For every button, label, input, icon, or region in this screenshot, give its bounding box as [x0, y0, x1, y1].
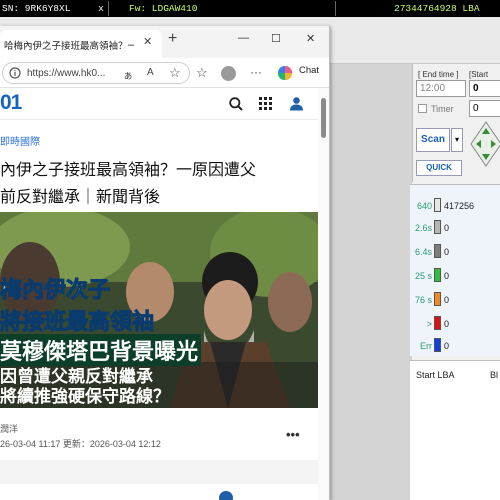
block-timing-legend: 640 417256 2.6s 0 6.4s 0 25 s 0 76 s 0 >… — [410, 184, 500, 356]
headline-line-2: 前反對繼承｜新聞背後 — [0, 189, 161, 206]
legend-label: 640 — [416, 201, 432, 211]
end-time-label: [ End time ] — [418, 70, 459, 79]
timer-label: Timer — [431, 104, 454, 114]
tab-title: 哈梅內伊之子接班最高領袖？一原 — [4, 41, 134, 52]
timer-input[interactable]: 0 — [469, 100, 500, 117]
lba-capacity: 27344764928 LBA (14.0 — [335, 1, 500, 29]
legend-count: 0 — [444, 319, 450, 329]
legend-label: > — [426, 319, 432, 329]
scan-button[interactable]: Scan — [416, 128, 450, 152]
legend-swatch — [434, 292, 441, 306]
quick-button[interactable]: QUICK — [416, 160, 462, 176]
legend-count: 0 — [444, 271, 450, 281]
favorite-star-icon[interactable]: ☆ — [169, 65, 181, 81]
image-caption-line-5: 將續推強硬保守路線？ — [0, 387, 170, 406]
legend-count: 0 — [444, 223, 450, 233]
article-dates: 26-03-04 11:17 更新：2026-03-04 12:12 — [0, 439, 161, 449]
navigation-dpad-icon[interactable] — [469, 120, 500, 168]
legend-label: 76 s — [414, 295, 432, 305]
drive-info-bar: SN: 9RK6Y8XL x Fw: LDGAW410 27344764928 … — [0, 0, 500, 29]
address-toolbar: https://www.hk0... ぁ A ☆ ☆ ··· Chat — [0, 58, 329, 88]
tab-strip: 哈梅內伊之子接班最高領袖？一原 ✕ + — ☐ ✕ — [0, 26, 329, 58]
serial-number: SN: 9RK6Y8XL — [2, 3, 71, 14]
firmware-version: Fw: LDGAW410 — [108, 1, 333, 16]
floating-action-icon[interactable] — [219, 491, 233, 500]
read-aloud-icon[interactable]: ぁ — [123, 67, 133, 82]
legend-swatch — [434, 244, 441, 258]
legend-label: Err — [420, 341, 432, 351]
browser-window: 哈梅內伊之子接班最高領袖？一原 ✕ + — ☐ ✕ https://www.hk… — [0, 26, 330, 500]
article-author[interactable]: 潤洋 — [0, 422, 18, 435]
window-close-button[interactable]: ✕ — [306, 32, 315, 45]
profile-avatar[interactable] — [221, 66, 236, 81]
start-lba-input[interactable]: 0 — [469, 80, 500, 97]
apps-grid-icon[interactable] — [259, 97, 272, 110]
legend-label: 6.4s — [414, 247, 432, 257]
article-headline: 內伊之子接班最高領袖？一原因遭父 前反對繼承｜新聞背後 — [0, 157, 310, 211]
legend-swatch — [434, 220, 441, 234]
maximize-button[interactable]: ☐ — [271, 32, 281, 45]
scan-mode-dropdown[interactable]: ▾ — [451, 128, 463, 152]
image-caption-line-2: 將接班最高領袖 — [0, 309, 155, 335]
page-scrollbar[interactable] — [318, 88, 329, 500]
article-page: 01 即時國際 內伊之子接班最高領袖？一原因遭父 前反對繼承｜新聞背後 梅內伊次… — [0, 88, 318, 500]
tab-close-button[interactable]: ✕ — [143, 35, 152, 48]
timer-checkbox[interactable] — [418, 104, 427, 113]
browser-tab-active[interactable]: 哈梅內伊之子接班最高領袖？一原 ✕ — [0, 30, 162, 58]
legend-swatch — [434, 268, 441, 282]
legend-label: 2.6s — [414, 223, 432, 233]
table-header-start-lba: Start LBA — [416, 370, 455, 380]
article-hero-image[interactable]: 梅內伊次子 將接班最高領袖 莫穆傑塔巴背景曝光 因曾遭父親反對繼承 將續推強硬保… — [0, 212, 318, 408]
search-icon[interactable] — [229, 97, 243, 111]
close-drive-button[interactable]: x — [96, 1, 106, 16]
legend-swatch — [434, 198, 441, 212]
legend-count: 0 — [444, 247, 450, 257]
user-account-icon[interactable] — [289, 96, 304, 111]
site-info-icon[interactable] — [9, 67, 21, 79]
legend-count: 417256 — [444, 201, 475, 211]
section-separator — [0, 460, 318, 484]
breadcrumb-category[interactable]: 即時國際 — [0, 133, 40, 148]
more-options-button[interactable]: ••• — [286, 427, 300, 442]
legend-count: 0 — [444, 341, 450, 351]
legend-swatch — [434, 338, 441, 352]
minimize-button[interactable]: — — [238, 32, 249, 44]
more-menu-icon[interactable]: ··· — [250, 65, 262, 79]
copilot-icon[interactable] — [277, 65, 293, 81]
chat-button[interactable]: Chat — [299, 65, 319, 76]
site-header: 01 — [0, 88, 318, 120]
headline-line-1: 內伊之子接班最高領袖？一原因遭父 — [0, 162, 257, 179]
new-tab-button[interactable]: + — [168, 30, 177, 48]
favorites-icon[interactable]: ☆ — [196, 65, 208, 81]
legend-label: 25 s — [414, 271, 432, 281]
legend-swatch — [434, 316, 441, 330]
end-time-input[interactable]: 12:00 — [416, 80, 466, 97]
image-caption-line-1: 梅內伊次子 — [0, 277, 111, 303]
url-text: https://www.hk0... — [27, 68, 106, 79]
site-logo[interactable]: 01 — [0, 91, 22, 115]
legend-count: 0 — [444, 295, 450, 305]
error-block-table: Start LBA Bl — [410, 360, 500, 500]
address-bar[interactable]: https://www.hk0... ぁ A ☆ — [2, 62, 190, 84]
scan-map-area — [326, 64, 412, 500]
translate-icon[interactable]: A — [147, 67, 154, 78]
table-header-blocks: Bl — [490, 370, 499, 380]
scrollbar-thumb[interactable] — [321, 98, 326, 138]
